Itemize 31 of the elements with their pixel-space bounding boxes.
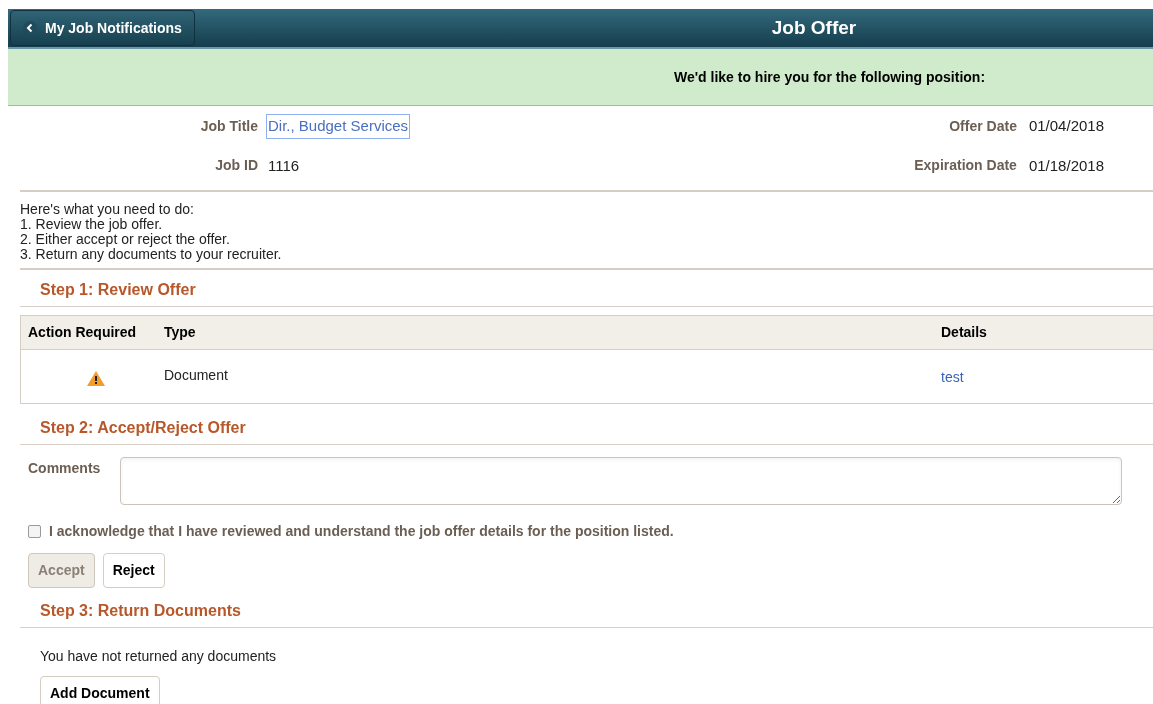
instruction-text: 2. Either accept or reject the offer. xyxy=(20,232,231,247)
table-cell-text: Document xyxy=(164,366,229,385)
field-value: 1116 xyxy=(267,155,301,176)
section-heading: Step 2: Accept/Reject Offer xyxy=(40,419,246,436)
field-label: Offer Date xyxy=(949,116,1017,136)
instruction-text: 1. Review the job offer. xyxy=(20,217,164,232)
field-label: Expiration Date xyxy=(914,156,1017,176)
acknowledge-label: I acknowledge that I have reviewed and understand the job offer details for the position listed. xyxy=(49,522,674,541)
back-button[interactable]: My Job Notifications xyxy=(10,10,195,46)
add-document-button[interactable]: Add Document xyxy=(40,676,160,704)
banner-text: We'd like to hire you for the following position: xyxy=(674,67,986,87)
job-title-link[interactable]: Dir., Budget Services xyxy=(266,114,411,139)
details-link[interactable]: test xyxy=(941,365,964,388)
status-message: You have not returned any documents xyxy=(40,648,277,664)
page-title: Job Offer xyxy=(771,15,857,40)
acknowledge-checkbox[interactable] xyxy=(28,525,41,538)
chevron-left-icon xyxy=(23,21,37,35)
instruction-text: Here's what you need to do: xyxy=(20,202,195,217)
comments-label: Comments xyxy=(28,459,102,478)
instruction-text: 3. Return any documents to your recruiter. xyxy=(20,247,283,262)
section-heading: Step 3: Return Documents xyxy=(40,602,241,619)
field-value: 01/18/2018 xyxy=(1028,155,1104,176)
field-label: Job ID xyxy=(214,156,258,176)
section-heading: Step 1: Review Offer xyxy=(40,281,196,298)
column-header: Type xyxy=(164,323,197,342)
field-value: 01/04/2018 xyxy=(1028,116,1104,136)
field-label: Job Title xyxy=(199,116,258,136)
action-button[interactable]: Reject xyxy=(102,553,165,588)
column-header: Details xyxy=(941,323,987,342)
column-header: Action Required xyxy=(28,323,138,342)
comments-field[interactable] xyxy=(120,457,1122,505)
